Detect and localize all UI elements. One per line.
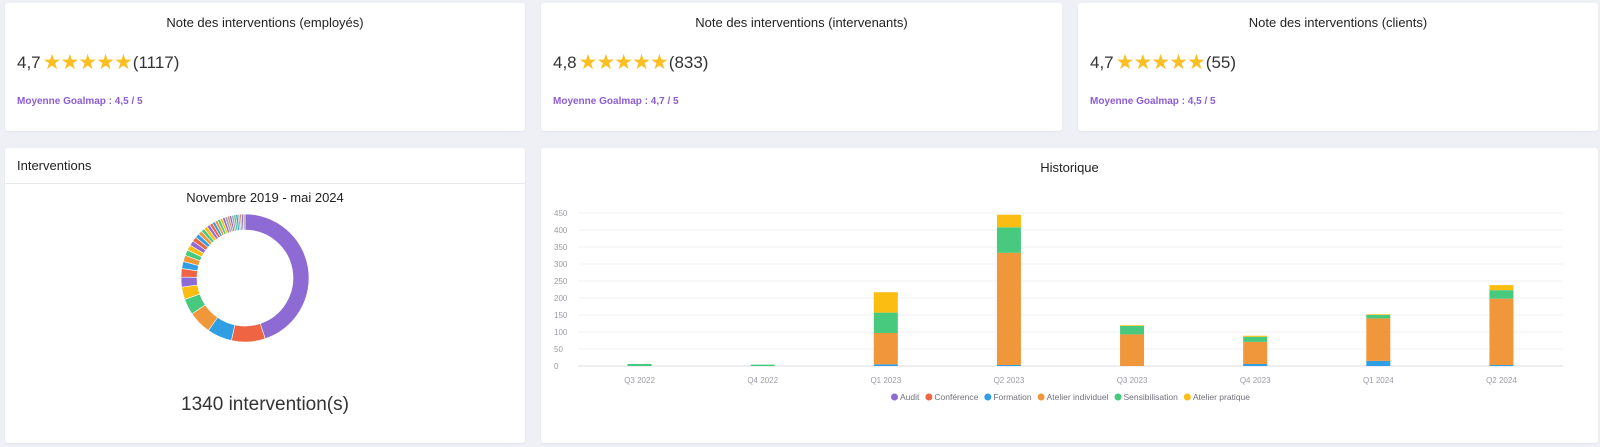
bar-segment[interactable]	[1489, 290, 1514, 299]
bar-segment[interactable]	[1366, 314, 1391, 315]
legend-item[interactable]: Atelier individuel	[1037, 392, 1109, 402]
legend-dot-icon	[1037, 393, 1045, 401]
goalmap-average: Moyenne Goalmap : 4,7 / 5	[553, 96, 679, 107]
bar-segment[interactable]	[873, 333, 898, 365]
interventions-period: Novembre 2019 - mai 2024	[186, 190, 344, 205]
rating-count: (55)	[1205, 52, 1237, 72]
star-rating-icon: ★★★★★	[1115, 51, 1206, 74]
rating-title: Note des interventions (intervenants)	[695, 15, 908, 30]
bar-segment[interactable]	[873, 312, 898, 334]
rating-score: 4,8	[553, 52, 577, 72]
legend-dot-icon	[1114, 393, 1122, 401]
rating-count: (1117)	[132, 52, 180, 72]
legend-dot-icon	[1183, 393, 1191, 401]
history-stacked-bar-chart: 0 50 100 150 200 250 300 350 400 450 Q3 2022 Q4 202…	[554, 209, 1563, 402]
bar-segment[interactable]	[1489, 285, 1514, 291]
legend-label: Atelier pratique	[1193, 392, 1250, 402]
bar-segment[interactable]	[996, 252, 1021, 365]
x-tick-label: Q3 2022	[624, 376, 655, 385]
legend-item[interactable]: Sensibilisation	[1114, 392, 1178, 402]
legend-item[interactable]: Conférence	[925, 392, 979, 402]
legend-dot-icon	[925, 393, 933, 401]
legend-dot-icon	[984, 393, 992, 401]
bar-segment[interactable]	[996, 364, 1021, 366]
rating-title: Note des interventions (clients)	[1248, 15, 1428, 30]
star-rating-icon: ★★★★★	[578, 51, 669, 74]
x-tick-label: Q1 2024	[1363, 376, 1394, 385]
bar-segment[interactable]	[1489, 364, 1514, 366]
interventions-header: Interventions	[5, 148, 525, 184]
legend-item[interactable]: Audit	[890, 392, 920, 402]
y-tick-label: 50	[554, 345, 563, 354]
x-tick-label: Q4 2022	[747, 376, 778, 385]
bar-segment[interactable]	[1243, 363, 1268, 366]
bar-segment[interactable]	[1366, 315, 1391, 319]
bar-segment[interactable]	[1243, 336, 1268, 342]
bar-segment[interactable]	[1120, 325, 1145, 326]
x-tick-label: Q3 2023	[1117, 376, 1148, 385]
y-tick-label: 0	[554, 362, 559, 371]
x-tick-label: Q2 2024	[1486, 376, 1517, 385]
legend-item[interactable]: Atelier pratique	[1183, 392, 1250, 402]
rating-card-employees: Note des interventions (employés) 4,7 ★★…	[5, 3, 525, 131]
rating-line: 4,8 ★★★★★ (833)	[553, 52, 708, 73]
rating-line: 4,7 ★★★★★ (1117)	[17, 52, 179, 73]
rating-count: (833)	[668, 52, 709, 72]
goalmap-average: Moyenne Goalmap : 4,5 / 5	[1090, 96, 1216, 107]
y-tick-label: 250	[554, 277, 568, 286]
bar-segment[interactable]	[996, 214, 1021, 228]
goalmap-average: Moyenne Goalmap : 4,5 / 5	[17, 96, 143, 107]
bar-segment[interactable]	[627, 363, 652, 366]
bar-segment[interactable]	[1243, 335, 1268, 337]
x-tick-label: Q4 2023	[1240, 376, 1271, 385]
bar-segment[interactable]	[1120, 334, 1145, 366]
legend-item[interactable]: Formation	[984, 392, 1032, 402]
donut-segment[interactable]	[231, 323, 266, 343]
bar-segment[interactable]	[1489, 298, 1514, 365]
bar-segment[interactable]	[750, 364, 775, 366]
chart-legend: Audit Conférence Formation Atelier individu…	[890, 392, 1250, 402]
bar-segment[interactable]	[1366, 360, 1391, 366]
legend-label: Conférence	[934, 392, 978, 402]
bar-segment[interactable]	[1243, 341, 1268, 364]
interventions-donut-chart[interactable]	[175, 208, 315, 348]
bar-segment[interactable]	[1366, 318, 1391, 361]
bar-segment[interactable]	[1120, 325, 1145, 335]
bar-segment[interactable]	[996, 227, 1021, 253]
rating-title: Note des interventions (employés)	[166, 15, 364, 30]
legend-label: Sensibilisation	[1123, 392, 1178, 402]
legend-dot-icon	[890, 393, 898, 401]
legend-label: Formation	[993, 392, 1032, 402]
interventions-card: Interventions Novembre 2019 - mai 2024 1…	[5, 148, 525, 443]
y-tick-label: 400	[554, 226, 568, 235]
star-rating-icon: ★★★★★	[42, 51, 133, 74]
y-tick-label: 100	[554, 328, 568, 337]
bar-segment[interactable]	[873, 364, 898, 366]
y-tick-label: 300	[554, 260, 568, 269]
y-tick-label: 200	[554, 294, 568, 303]
legend-label: Audit	[900, 392, 920, 402]
rating-card-clients: Note des interventions (clients) 4,7 ★★★…	[1078, 3, 1598, 131]
rating-card-speakers: Note des interventions (intervenants) 4,…	[541, 3, 1062, 131]
bar-segment[interactable]	[873, 292, 898, 313]
x-tick-label: Q2 2023	[994, 376, 1025, 385]
donut-segment[interactable]	[242, 213, 246, 231]
rating-score: 4,7	[17, 52, 41, 72]
history-card: Historique 0 50 100 150 200 250 300 350 400 450 Q3…	[541, 148, 1598, 443]
y-tick-label: 350	[554, 243, 568, 252]
rating-line: 4,7 ★★★★★ (55)	[1090, 52, 1236, 73]
legend-label: Atelier individuel	[1047, 392, 1109, 402]
y-tick-label: 150	[554, 311, 568, 320]
interventions-total: 1340 intervention(s)	[181, 394, 349, 415]
donut-segment[interactable]	[244, 213, 310, 340]
x-tick-label: Q1 2023	[870, 376, 901, 385]
rating-score: 4,7	[1090, 52, 1114, 72]
y-tick-label: 450	[554, 209, 568, 218]
